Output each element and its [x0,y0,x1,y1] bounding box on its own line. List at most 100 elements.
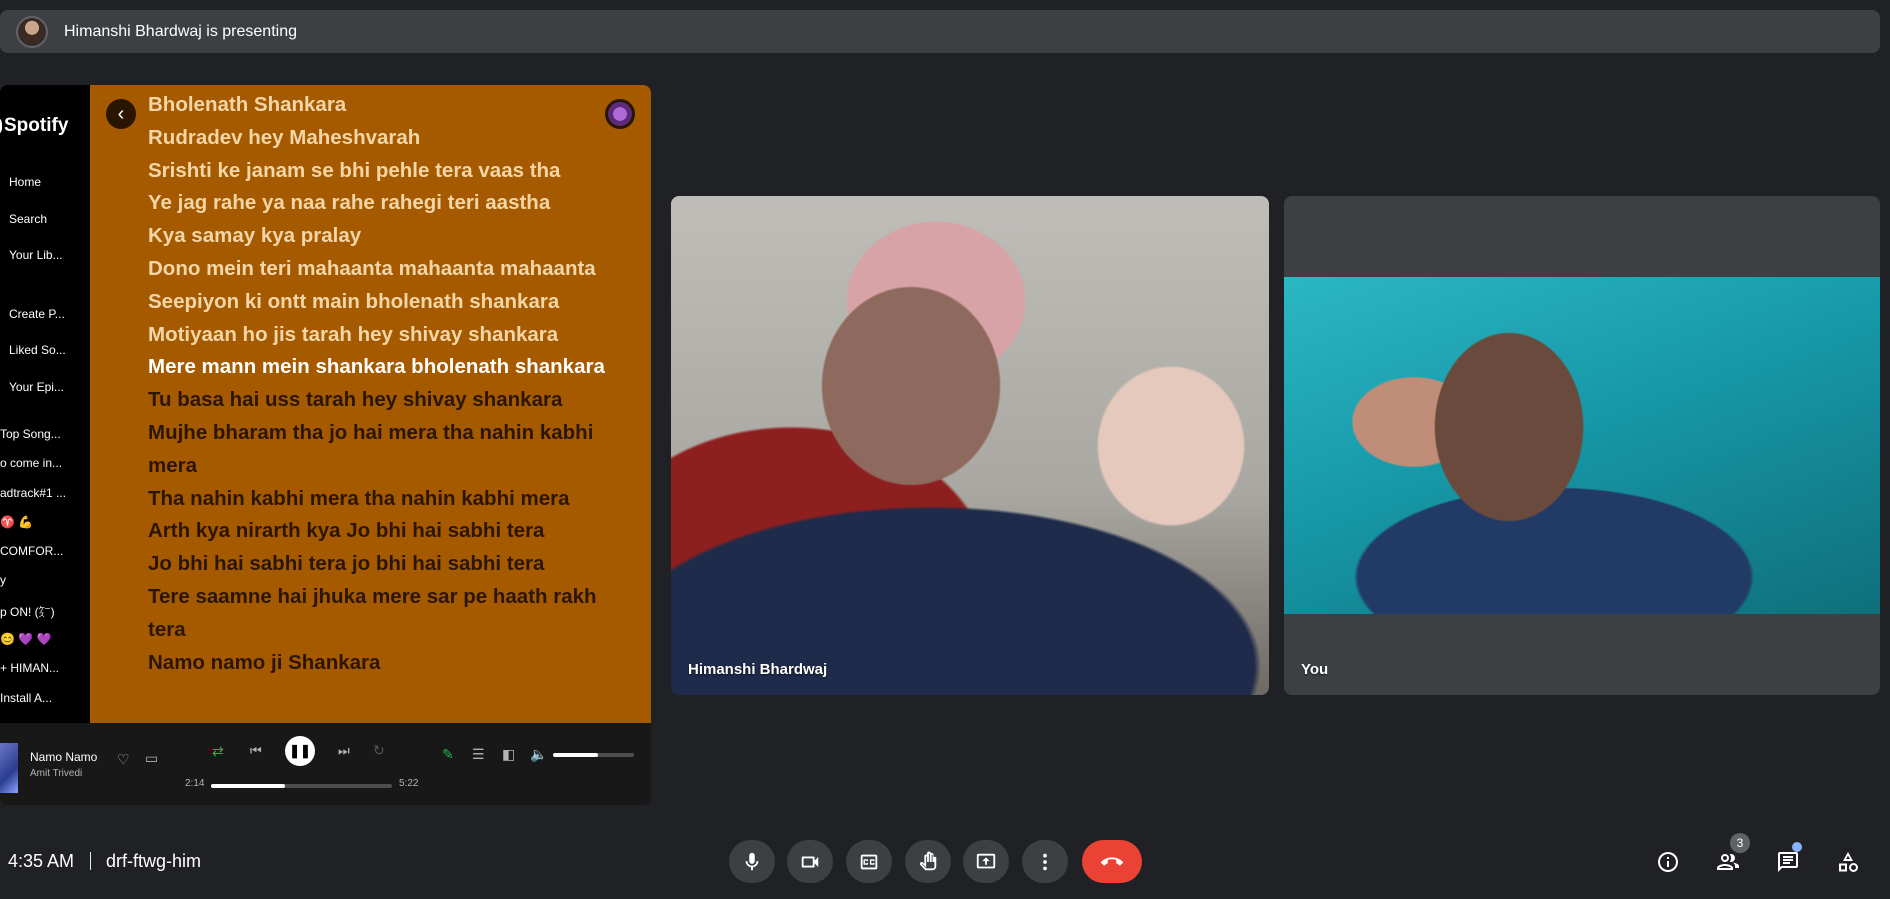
nav-item-episodes[interactable]: Your Epi... [9,380,89,417]
video-camera-icon [801,856,819,867]
connect-device-icon[interactable]: ◧ [502,747,515,761]
spotify-sidebar: Spotify Home Search Your Lib... Create P… [0,85,90,723]
repeat-icon[interactable]: ↻ [373,743,385,757]
lyric-line[interactable]: Tha nahin kabhi mera tha nahin kabhi mer… [148,483,618,516]
lyric-line[interactable]: Rudradev hey Maheshvarah [148,122,618,155]
lyric-line[interactable]: Bholenath Shankara [148,89,618,122]
pause-button[interactable]: ❚❚ [285,736,315,766]
spotify-logo-icon [0,116,2,136]
lyric-line[interactable]: Namo namo ji Shankara [148,647,618,680]
hand-icon [919,851,937,870]
spotify-logo-text: Spotify [4,115,69,136]
closed-captions-icon [860,854,878,869]
clock: 4:35 AM [8,851,75,871]
lyrics-pane: ‹ Bholenath Shankara Rudradev hey Maheshv… [90,85,651,723]
activities-button[interactable] [1832,846,1864,878]
volume-fill [553,753,598,757]
playlist-item[interactable]: p ON! (㌜) [0,603,88,632]
participant-name: You [1301,661,1329,678]
playlist-item[interactable]: + HIMAN... [0,661,88,690]
presenter-avatar [16,15,48,48]
meeting-controls-bar: 4:35 AM drf-ftwg-him 3 [0,830,1890,890]
chat-icon [1778,852,1798,872]
volume-slider[interactable] [553,753,634,757]
picture-in-picture-icon[interactable]: ▭ [145,751,158,765]
now-playing-title[interactable]: Namo Namo [30,750,97,764]
progress-fill [211,784,286,788]
nav-spacer [9,285,89,307]
lyric-line[interactable]: Arth kya nirarth kya Jo bhi hai sabhi te… [148,515,618,548]
camera-button[interactable] [787,840,833,883]
playlist-item[interactable]: adtrack#1 ... [0,486,88,515]
chevron-left-icon: ‹ [117,103,125,125]
spotify-playlists: Top Song... o come in... adtrack#1 ... ♈… [0,427,88,720]
volume-icon[interactable]: 🔈 [530,747,547,761]
spotify-logo: Spotify [0,115,68,137]
previous-icon[interactable]: ⏮ [250,744,262,757]
more-vert-icon [1043,853,1047,870]
queue-icon[interactable]: ☰ [472,747,485,761]
lyric-line[interactable]: Kya samay kya pralay [148,220,618,253]
lyric-line[interactable]: Mujhe bharam tha jo hai mera tha nahin k… [148,417,618,483]
lyric-line[interactable]: Srishti ke janam se bhi pehle tera vaas … [148,155,618,188]
activities-icon [1839,852,1858,872]
participant-tile-himanshi[interactable]: Himanshi Bhardwaj [671,196,1269,695]
nav-item-library[interactable]: Your Lib... [9,248,89,285]
raise-hand-button[interactable] [905,840,951,883]
lyric-line[interactable]: Ye jag rahe ya naa rahe rahegi teri aast… [148,187,618,220]
lyric-line[interactable]: Jo bhi hai sabhi tera jo bhi hai sabhi t… [148,548,618,581]
info-icon [1658,852,1678,872]
people-icon [1717,854,1739,870]
lyric-line[interactable]: Tu basa hai uss tarah hey shivay shankar… [148,384,618,417]
present-screen-button[interactable] [963,840,1009,883]
shared-screen: Spotify Home Search Your Lib... Create P… [0,85,651,805]
leave-call-button[interactable] [1082,840,1142,883]
install-app-link[interactable]: Install A... [0,691,88,720]
playlist-item[interactable]: COMFOR... [0,544,88,573]
lyric-line[interactable]: Seepiyon ki ontt main bholenath shankara [148,286,618,319]
playlist-item[interactable]: o come in... [0,456,88,485]
microphone-icon [745,852,759,870]
heart-icon[interactable]: ♡ [117,752,130,766]
participant-tile-you[interactable]: You [1284,196,1880,695]
end-call-icon [1101,856,1123,865]
lyric-line[interactable]: Tere saamne hai jhuka mere sar pe haath … [148,581,618,647]
playlist-item[interactable]: 😊 💜 💜 [0,632,88,661]
meeting-details-button[interactable] [1652,846,1684,878]
album-art[interactable] [0,743,18,793]
spotify-now-playing-bar: Namo Namo Amit Trivedi ♡ ▭ ⇄ ⏮ ❚❚ ⏭ ↻ 2:… [0,723,651,805]
nav-item-home[interactable]: Home [9,175,89,212]
back-button[interactable]: ‹ [106,99,136,129]
divider [90,852,91,870]
duration-time: 5:22 [399,778,419,789]
self-video [1284,277,1880,614]
lyric-line[interactable]: Motiyaan ho jis tarah hey shivay shankar… [148,319,618,352]
playlist-item[interactable]: Top Song... [0,427,88,456]
captions-button[interactable] [846,840,892,883]
nav-item-liked-songs[interactable]: Liked So... [9,343,89,380]
presenting-text: Himanshi Bhardwaj is presenting [64,22,297,40]
people-count-badge: 3 [1730,833,1750,853]
next-icon[interactable]: ⏭ [338,744,350,757]
lyric-line-active[interactable]: Mere mann mein shankara bholenath shanka… [148,351,618,384]
microphone-lyrics-icon[interactable]: ✎ [442,747,454,761]
chat-notification-dot [1792,842,1802,852]
meeting-code: drf-ftwg-him [106,851,202,871]
elapsed-time: 2:14 [185,778,205,789]
progress-bar[interactable] [211,784,392,788]
participant-name: Himanshi Bhardwaj [688,661,828,678]
playlist-item[interactable]: y [0,573,88,602]
nav-item-search[interactable]: Search [9,212,89,249]
spotify-nav: Home Search Your Lib... Create P... Like… [9,175,89,416]
nav-item-create-playlist[interactable]: Create P... [9,307,89,344]
more-options-button[interactable] [1022,840,1068,883]
present-icon [976,853,996,868]
presenting-banner: Himanshi Bhardwaj is presenting [0,10,1880,53]
shuffle-icon[interactable]: ⇄ [212,744,224,758]
lyrics-list: Bholenath Shankara Rudradev hey Maheshvar… [148,89,618,679]
lyric-line[interactable]: Dono mein teri mahaanta mahaanta mahaant… [148,253,618,286]
microphone-button[interactable] [729,840,775,883]
playlist-item[interactable]: ♈ 💪 [0,515,88,544]
now-playing-artist[interactable]: Amit Trivedi [30,768,82,779]
pause-icon: ❚❚ [289,743,311,758]
